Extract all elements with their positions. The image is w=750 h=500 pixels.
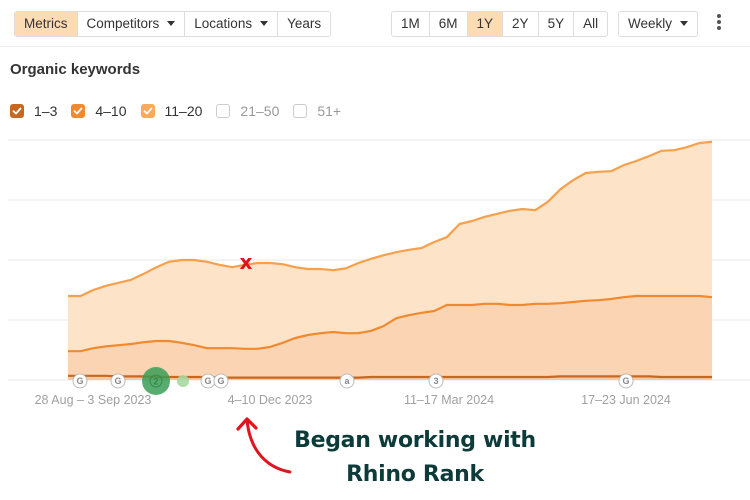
checkbox-checked-icon[interactable] [10, 104, 24, 118]
marker-label: G [76, 376, 83, 386]
button-label: 6M [438, 16, 458, 31]
section-title: Organic keywords [10, 61, 141, 78]
button-label: 2Y [512, 16, 529, 31]
chevron-down-icon [167, 20, 176, 26]
checkbox-checked-icon[interactable] [140, 104, 155, 118]
series-legend: 1–3 4–10 11–20 21–50 51+ [10, 103, 355, 119]
organic-keywords-chart: 28 Aug – 3 Sep 2023 4–10 Dec 2023 11–17 Ma… [8, 139, 750, 407]
legend-label: 11–20 [164, 103, 203, 119]
range-1m[interactable]: 1M [392, 12, 430, 36]
checkbox-empty-icon[interactable] [293, 104, 308, 118]
x-tick-label: 28 Aug – 3 Sep 2023 [35, 393, 152, 407]
event-marker-annotation[interactable]: a [339, 373, 355, 389]
button-label: Competitors [86, 16, 160, 31]
button-label: Metrics [24, 16, 68, 31]
tab-competitors[interactable]: Competitors [78, 12, 186, 36]
granularity-dropdown[interactable]: Weekly [618, 11, 699, 37]
checkbox-empty-icon[interactable] [216, 104, 231, 118]
event-marker-cluster[interactable] [177, 375, 189, 387]
x-tick-label: 11–17 Mar 2024 [404, 393, 494, 407]
tab-metrics[interactable]: Metrics [15, 12, 78, 36]
marker-label: G [622, 376, 629, 386]
granularity-label: Weekly [628, 16, 673, 31]
tab-years[interactable]: Years [278, 12, 330, 36]
button-label: All [583, 16, 599, 31]
legend-item-51+[interactable]: 51+ [293, 103, 341, 119]
event-marker-cluster[interactable]: 3 [428, 373, 444, 389]
range-6m[interactable]: 6M [430, 12, 468, 36]
chevron-down-icon [260, 20, 269, 26]
marker-label: G [217, 376, 224, 386]
range-1y[interactable]: 1Y [467, 12, 504, 36]
checkbox-checked-icon[interactable] [71, 104, 86, 118]
series-areas [68, 141, 712, 380]
x-tick-label: 17–23 Jun 2024 [581, 393, 671, 407]
event-marker-google-update[interactable]: G [110, 373, 126, 389]
date-range-group: 1M 6M 1Y 2Y 5Y All [391, 11, 609, 37]
legend-item-11-20[interactable]: 11–20 [140, 103, 203, 119]
tab-locations[interactable]: Locations [185, 12, 279, 36]
legend-item-21-50[interactable]: 21–50 [216, 103, 279, 119]
range-all[interactable]: All [574, 12, 607, 36]
cluster-marker-icon [177, 375, 189, 387]
event-marker-google-update[interactable]: G [213, 373, 229, 389]
marker-label: G [114, 376, 121, 386]
x-mark-icon: x [240, 250, 253, 274]
x-axis-labels: 28 Aug – 3 Sep 2023 4–10 Dec 2023 11–17 Ma… [35, 393, 671, 407]
legend-label: 1–3 [34, 103, 58, 119]
legend-item-4-10[interactable]: 4–10 [71, 103, 127, 119]
annotation-x-mark: x [240, 250, 253, 274]
marker-label: 2 [153, 377, 158, 387]
annotation-line-2: Rhino Rank [346, 462, 484, 487]
toolbar: Metrics Competitors Locations Years 1M 6M 1Y 2… [0, 0, 750, 47]
button-label: 1Y [476, 16, 494, 31]
button-label: Locations [194, 16, 253, 31]
x-tick-label: 4–10 Dec 2023 [228, 393, 313, 407]
marker-label: G [204, 376, 211, 386]
legend-item-1-3[interactable]: 1–3 [10, 103, 57, 119]
legend-label: 4–10 [95, 103, 127, 119]
annotation-text: Began working with Rhino Rank [260, 424, 570, 492]
event-marker-google-update[interactable]: G [72, 373, 88, 389]
marker-label: 3 [433, 376, 438, 386]
legend-label: 21–50 [240, 103, 280, 119]
vertical-ellipsis-icon[interactable] [715, 14, 723, 32]
event-marker-google-update[interactable]: G [200, 373, 216, 389]
button-label: 5Y [547, 16, 565, 31]
legend-label: 51+ [317, 103, 342, 119]
button-label: Years [287, 16, 322, 31]
event-marker-google-update[interactable]: G [618, 373, 634, 389]
chevron-down-icon [680, 20, 689, 26]
button-label: 1M [401, 16, 420, 31]
range-5y[interactable]: 5Y [539, 12, 575, 36]
view-tab-group: Metrics Competitors Locations Years [14, 11, 332, 37]
event-marker-cluster[interactable]: 2 [142, 367, 170, 395]
range-2y[interactable]: 2Y [503, 12, 539, 36]
annotation-line-1: Began working with [294, 428, 536, 453]
